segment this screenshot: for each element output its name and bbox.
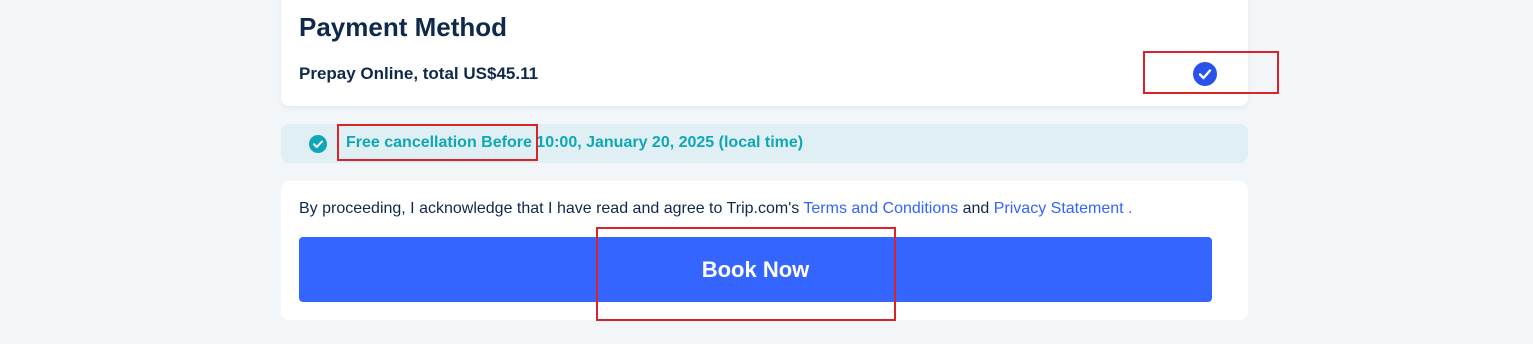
payment-method-card: Payment Method Prepay Online, total US$4… <box>281 0 1248 106</box>
free-cancellation-banner: Free cancellation Before 10:00, January … <box>281 124 1248 163</box>
prepay-online-label: Prepay Online, total US$45.11 <box>299 64 539 83</box>
terms-conjunction-text: and <box>958 200 994 217</box>
book-now-button[interactable]: Book Now <box>299 237 1212 302</box>
check-circle-icon <box>309 135 327 153</box>
payment-method-title: Payment Method <box>299 12 508 42</box>
terms-acknowledgement: By proceeding, I acknowledge that I have… <box>299 200 1132 218</box>
privacy-statement-link[interactable]: Privacy Statement . <box>994 200 1133 217</box>
terms-and-conditions-link[interactable]: Terms and Conditions <box>803 200 958 217</box>
free-cancellation-text: Free cancellation Before 10:00, January … <box>346 134 804 151</box>
terms-prefix-text: By proceeding, I acknowledge that I have… <box>299 200 804 217</box>
booking-confirmation-card: By proceeding, I acknowledge that I have… <box>281 181 1248 320</box>
payment-selected-check-icon[interactable] <box>1193 62 1217 86</box>
